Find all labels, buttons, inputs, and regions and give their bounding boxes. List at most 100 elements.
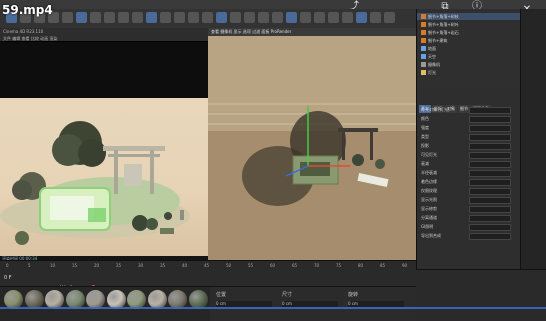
toolbar-button[interactable] <box>132 12 143 23</box>
attribute-field[interactable] <box>469 206 511 213</box>
timeline-tick-label: 60 <box>270 263 276 268</box>
attribute-field[interactable] <box>469 134 511 141</box>
toolbar-button[interactable] <box>76 12 87 23</box>
object-row[interactable]: 灯光 <box>417 69 521 76</box>
object-icon <box>421 54 426 59</box>
object-icon <box>421 30 426 35</box>
timeline-tick-label: 50 <box>226 263 232 268</box>
attribute-label: 着色边缘 <box>421 179 437 184</box>
object-row[interactable]: 摄像机 <box>417 61 521 68</box>
attribute-label: 导出到合成 <box>421 233 441 238</box>
object-manager: 细节+角落+树枝 细节+角落+树叶 细节+角落+岩石细节+建筑 地面天空摄像机灯光 <box>416 9 521 89</box>
playback-controls: ⏮ ▶ ⏭ ● <box>60 274 130 291</box>
timeline-tick-label: 10 <box>50 263 56 268</box>
timeline[interactable]: 0 5 10 15 20 25 30 35 40 45 50 55 60 65 70 75 80 85 90 0 F… <box>0 260 416 291</box>
attribute-field[interactable] <box>469 179 511 186</box>
toolbar-button[interactable] <box>328 12 339 23</box>
timeline-tick-label: 0 <box>6 263 9 268</box>
object-label: 细节+角落+岩石 <box>428 30 459 35</box>
attribute-field[interactable] <box>469 107 511 114</box>
object-row[interactable]: 天空 <box>417 53 521 60</box>
toolbar-button[interactable] <box>286 12 297 23</box>
attribute-label: 显示光照 <box>421 197 437 202</box>
timeline-tick-label: 90 <box>402 263 408 268</box>
object-label: 灯光 <box>428 70 436 75</box>
toolbar-button[interactable] <box>356 12 367 23</box>
material-manager <box>0 286 210 321</box>
current-frame: 0 F <box>4 275 12 281</box>
3d-viewport[interactable]: 查看 摄像机 显示 选项 过滤 面板 ProRender <box>208 28 416 260</box>
main-toolbar <box>0 9 416 29</box>
rendered-image <box>0 98 208 256</box>
object-row[interactable]: 细节+建筑 <box>417 37 521 44</box>
timeline-tick-label: 5 <box>28 263 31 268</box>
attribute-field[interactable] <box>469 188 511 195</box>
coord-header-rotation: 旋转 <box>348 292 359 298</box>
toolbar-button[interactable] <box>62 12 73 23</box>
attribute-field[interactable] <box>469 125 511 132</box>
attribute-field[interactable] <box>469 116 511 123</box>
timeline-tick-label: 35 <box>160 263 166 268</box>
toolbar-button[interactable] <box>300 12 311 23</box>
timeline-tick-label: 20 <box>94 263 100 268</box>
toolbar-button[interactable] <box>174 12 185 23</box>
attribute-field[interactable] <box>469 215 511 222</box>
viewer-menu[interactable]: 文件 编辑 查看 比较 动画 渲染 <box>3 35 208 42</box>
attribute-field[interactable] <box>469 233 511 240</box>
object-icon <box>421 62 426 67</box>
toolbar-button[interactable] <box>202 12 213 23</box>
object-icon <box>421 14 426 19</box>
timeline-tick-label: 70 <box>314 263 320 268</box>
toolbar-button[interactable] <box>230 12 241 23</box>
picture-viewer: Cinema 4D R23.110 文件 编辑 查看 比较 动画 渲染 渲染时间… <box>0 28 208 280</box>
toolbar-button[interactable] <box>258 12 269 23</box>
toolbar-button[interactable] <box>244 12 255 23</box>
toolbar-button[interactable] <box>384 12 395 23</box>
viewer-title: Cinema 4D R23.110 <box>3 29 44 34</box>
attribute-label: 强度 <box>421 125 429 130</box>
timeline-tick-label: 75 <box>336 263 342 268</box>
toolbar-button[interactable] <box>104 12 115 23</box>
toolbar-button[interactable] <box>188 12 199 23</box>
object-row[interactable]: 细节+角落+树枝 <box>417 13 521 20</box>
toolbar-button[interactable] <box>146 12 157 23</box>
attribute-label: 衰减 <box>421 161 429 166</box>
toolbar-button[interactable] <box>216 12 227 23</box>
object-row[interactable]: 细节+角落+岩石 <box>417 29 521 36</box>
toolbar-button[interactable] <box>90 12 101 23</box>
toolbar-button[interactable] <box>160 12 171 23</box>
coord-header-size: 尺寸 <box>282 292 293 298</box>
timeline-tick-label: 45 <box>204 263 210 268</box>
video-title: 59.mp4 <box>2 3 53 17</box>
toolbar-button[interactable] <box>118 12 129 23</box>
object-label: 摄像机 <box>428 62 440 67</box>
toolbar-button[interactable] <box>272 12 283 23</box>
timeline-tick-label: 30 <box>138 263 144 268</box>
attribute-label: 可见灯光 <box>421 152 437 157</box>
object-label: 细节+角落+树枝 <box>428 14 459 19</box>
toolbar-button[interactable] <box>370 12 381 23</box>
viewport-scene <box>208 36 416 260</box>
object-label: 天空 <box>428 54 436 59</box>
attribute-label: 颜色 <box>421 116 429 121</box>
object-row[interactable]: 细节+角落+树叶 <box>417 21 521 28</box>
timeline-tick-label: 55 <box>248 263 254 268</box>
timeline-tick-label: 15 <box>72 263 78 268</box>
attribute-field[interactable] <box>469 143 511 150</box>
object-label: 细节+角落+树叶 <box>428 22 459 27</box>
viewport-menu[interactable]: 查看 摄像机 显示 选项 过滤 面板 ProRender <box>208 28 416 36</box>
toolbar-button[interactable] <box>342 12 353 23</box>
attribute-field[interactable] <box>469 224 511 231</box>
bottom-right-panel <box>416 269 546 321</box>
attribute-field[interactable] <box>469 197 511 204</box>
attribute-field[interactable] <box>469 170 511 177</box>
attribute-field[interactable] <box>469 161 511 168</box>
timeline-ruler[interactable]: 0 5 10 15 20 25 30 35 40 45 50 55 60 65 70 75 80 85 90 <box>0 263 416 271</box>
right-tool-strip <box>520 9 546 269</box>
attribute-field[interactable] <box>469 152 511 159</box>
video-progress-bar[interactable] <box>0 307 546 309</box>
toolbar-button[interactable] <box>314 12 325 23</box>
timeline-tick-label: 65 <box>292 263 298 268</box>
object-row[interactable]: 地面 <box>417 45 521 52</box>
timeline-tick-label: 85 <box>380 263 386 268</box>
